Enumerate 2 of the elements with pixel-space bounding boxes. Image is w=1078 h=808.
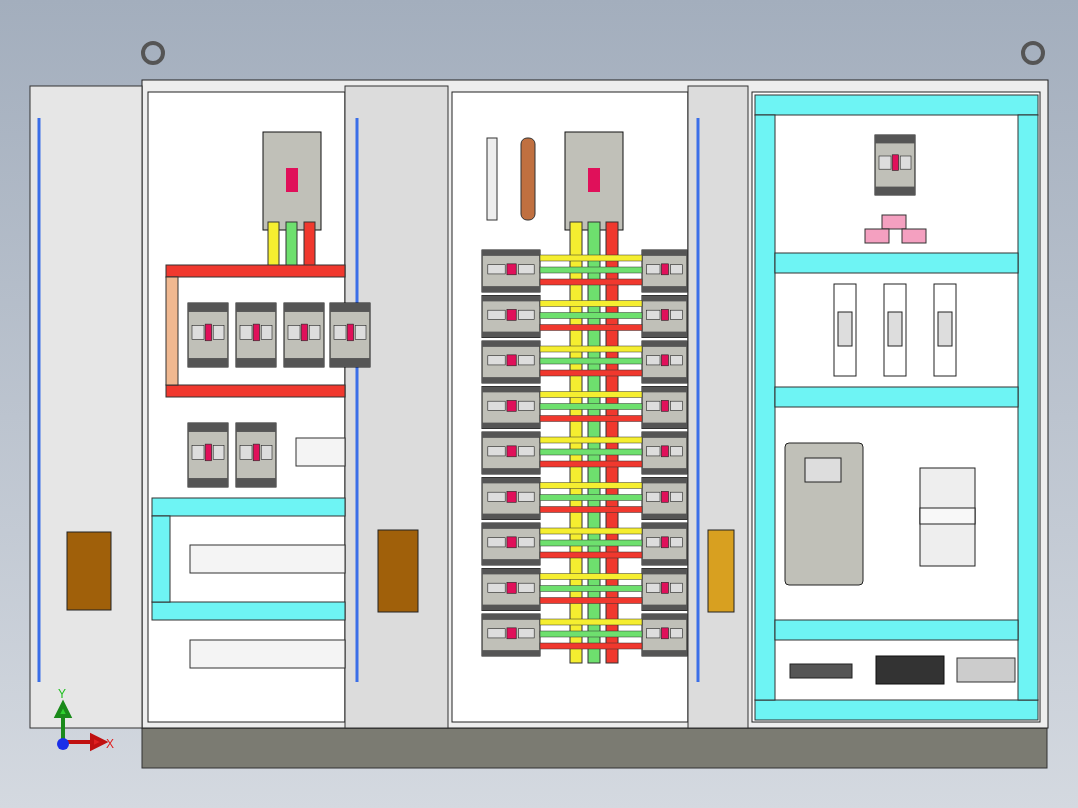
y-axis-label: Y [58,687,66,701]
x-axis-label: X [106,737,114,751]
